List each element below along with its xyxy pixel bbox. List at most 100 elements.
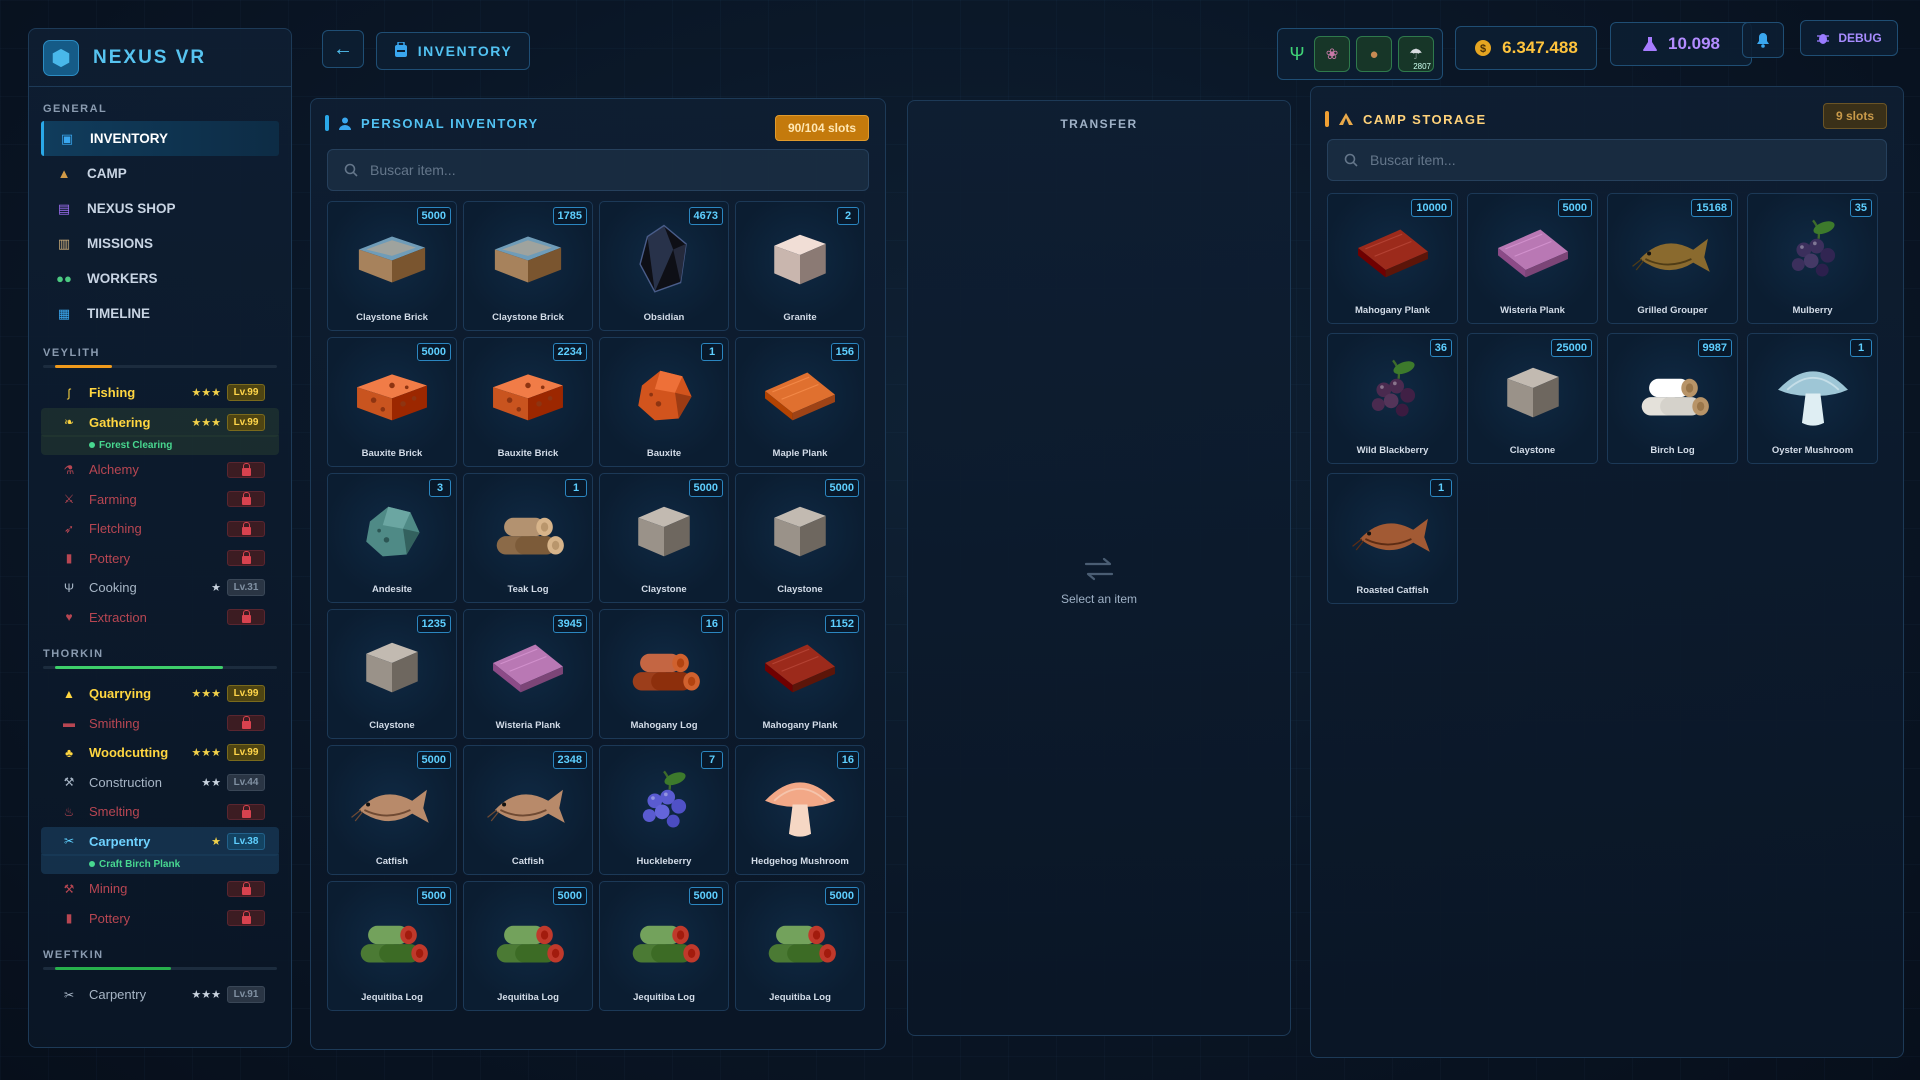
skill-name: Carpentry: [89, 833, 151, 849]
item-slot[interactable]: 5000 Catfish: [327, 745, 457, 875]
skill-row-carpentry[interactable]: ✂ Carpentry ★★★ Lv.91: [41, 980, 279, 1010]
header-accent-bar: [325, 115, 329, 131]
nav-item-inventory[interactable]: ▣ INVENTORY: [41, 121, 279, 156]
item-slot[interactable]: 5000 Jequitiba Log: [463, 881, 593, 1011]
item-slot[interactable]: 4673 Obsidian: [599, 201, 729, 331]
personal-search-input[interactable]: Buscar item...: [327, 149, 869, 191]
item-name: Claystone Brick: [492, 312, 564, 323]
active-task: Forest Clearing: [41, 435, 279, 455]
inventory-tab[interactable]: INVENTORY: [376, 32, 530, 70]
skill-row-cooking[interactable]: Ψ Cooking ★ Lv.31: [41, 573, 279, 603]
skill-row-extraction[interactable]: ♥ Extraction: [41, 603, 279, 633]
skill-sections: VEYLITH ʃ Fishing ★★★ Lv.99 ❧ Gathering ★★★ Lv.9…: [29, 347, 291, 1010]
skill-row-farming[interactable]: ⚔ Farming: [41, 485, 279, 515]
skill-row-woodcutting[interactable]: ♣ Woodcutting ★★★ Lv.99: [41, 738, 279, 768]
skill-row-gathering[interactable]: ❧ Gathering ★★★ Lv.99: [41, 407, 279, 437]
notifications-button[interactable]: [1742, 22, 1784, 58]
food-slot-2[interactable]: ●: [1356, 36, 1392, 72]
item-slot[interactable]: 25000 Claystone: [1467, 333, 1598, 464]
debug-button[interactable]: DEBUG: [1800, 20, 1898, 56]
skill-name: Extraction: [89, 609, 147, 625]
item-slot[interactable]: 9987 Birch Log: [1607, 333, 1738, 464]
item-slot[interactable]: 16 Mahogany Log: [599, 609, 729, 739]
skill-row-smelting[interactable]: ♨ Smelting: [41, 797, 279, 827]
nav-item-label: CAMP: [87, 166, 127, 181]
item-slot[interactable]: 15168 Grilled Grouper: [1607, 193, 1738, 324]
item-slot[interactable]: 5000 Claystone: [735, 473, 865, 603]
person-icon: [339, 117, 351, 130]
item-name: Jequitiba Log: [361, 992, 423, 1003]
leaf-icon: ❧: [63, 415, 75, 430]
food-slot-3[interactable]: ☂ 2807: [1398, 36, 1434, 72]
skill-row-mining[interactable]: ⚒ Mining: [41, 874, 279, 904]
fishing-hook-icon: ʃ: [67, 385, 71, 400]
item-count-badge: 15168: [1691, 199, 1732, 217]
item-slot[interactable]: 5000 Claystone Brick: [327, 201, 457, 331]
nav-item-workers[interactable]: ●● WORKERS: [41, 261, 279, 296]
item-porous-icon: [346, 349, 438, 441]
item-slot[interactable]: 1 Roasted Catfish: [1327, 473, 1458, 604]
item-logpile-icon: [482, 485, 574, 577]
item-slot[interactable]: 5000 Claystone: [599, 473, 729, 603]
item-slot[interactable]: 1 Oyster Mushroom: [1747, 333, 1878, 464]
skill-name: Fishing: [89, 385, 136, 401]
section-label-thorkin: THORKIN: [43, 648, 104, 660]
item-slot[interactable]: 35 Mulberry: [1747, 193, 1878, 324]
item-slot[interactable]: 5000 Bauxite Brick: [327, 337, 457, 467]
skill-row-quarrying[interactable]: ▲ Quarrying ★★★ Lv.99: [41, 679, 279, 709]
item-slot[interactable]: 5000 Wisteria Plank: [1467, 193, 1598, 324]
item-cube-icon: [618, 485, 710, 577]
item-slot[interactable]: 1235 Claystone: [327, 609, 457, 739]
camp-search-input[interactable]: Buscar item...: [1327, 139, 1887, 181]
section-progress-bar: [43, 365, 277, 368]
item-slot[interactable]: 10000 Mahogany Plank: [1327, 193, 1458, 324]
skill-row-smithing[interactable]: ▬ Smithing: [41, 709, 279, 739]
item-porous-icon: [482, 349, 574, 441]
skill-name: Construction: [89, 774, 162, 790]
item-slot[interactable]: 3 Andesite: [327, 473, 457, 603]
nav-item-camp[interactable]: ▲ CAMP: [41, 156, 279, 191]
coin-balance: $ 6.347.488: [1455, 26, 1597, 70]
nav-item-missions[interactable]: ▥ MISSIONS: [41, 226, 279, 261]
skill-row-fishing[interactable]: ʃ Fishing ★★★ Lv.99: [41, 378, 279, 408]
star-rating: ★★★: [191, 747, 221, 760]
skill-row-fletching[interactable]: ➶ Fletching: [41, 514, 279, 544]
berry-food-icon: ❀: [1325, 46, 1339, 63]
item-slot[interactable]: 2348 Catfish: [463, 745, 593, 875]
brand[interactable]: NEXUS VR: [29, 29, 291, 87]
item-slot[interactable]: 1 Bauxite: [599, 337, 729, 467]
level-badge: Lv.31: [227, 579, 265, 597]
camp-storage-panel: CAMP STORAGE 9 slots Buscar item... 1000…: [1310, 86, 1904, 1058]
food-slots: Ψ ❀ ● ☂ 2807: [1277, 28, 1443, 80]
item-slot[interactable]: 1152 Mahogany Plank: [735, 609, 865, 739]
section-progress-fill: [55, 365, 112, 368]
skill-row-construction[interactable]: ⚒ Construction ★★ Lv.44: [41, 768, 279, 798]
item-slot[interactable]: 5000 Jequitiba Log: [735, 881, 865, 1011]
back-button[interactable]: ←: [322, 30, 364, 68]
skill-row-carpentry[interactable]: ✂ Carpentry ★ Lv.38: [41, 826, 279, 856]
gem-amount: 10.098: [1668, 34, 1720, 53]
nav-item-nexus-shop[interactable]: ▤ NEXUS SHOP: [41, 191, 279, 226]
item-slot[interactable]: 2234 Bauxite Brick: [463, 337, 593, 467]
item-name: Mulberry: [1792, 305, 1833, 316]
item-slot[interactable]: 5000 Jequitiba Log: [599, 881, 729, 1011]
item-slot[interactable]: 2 Granite: [735, 201, 865, 331]
item-slot[interactable]: 1 Teak Log: [463, 473, 593, 603]
item-slot[interactable]: 7 Huckleberry: [599, 745, 729, 875]
item-slot[interactable]: 1785 Claystone Brick: [463, 201, 593, 331]
item-slot[interactable]: 5000 Jequitiba Log: [327, 881, 457, 1011]
item-slot[interactable]: 36 Wild Blackberry: [1327, 333, 1458, 464]
level-badge: Lv.44: [227, 773, 265, 791]
item-name: Catfish: [375, 856, 409, 867]
level-badge: Lv.99: [227, 744, 265, 762]
skill-row-pottery[interactable]: ▮ Pottery: [41, 904, 279, 934]
skill-row-pottery[interactable]: ▮ Pottery: [41, 544, 279, 574]
item-slot[interactable]: 16 Hedgehog Mushroom: [735, 745, 865, 875]
camp-storage-header: CAMP STORAGE: [1325, 111, 1487, 127]
skill-row-alchemy[interactable]: ⚗ Alchemy: [41, 455, 279, 485]
food-slot-1[interactable]: ❀: [1314, 36, 1350, 72]
nav-item-timeline[interactable]: ▦ TIMELINE: [41, 296, 279, 331]
item-slot[interactable]: 156 Maple Plank: [735, 337, 865, 467]
item-fish-icon: [482, 757, 574, 849]
item-slot[interactable]: 3945 Wisteria Plank: [463, 609, 593, 739]
